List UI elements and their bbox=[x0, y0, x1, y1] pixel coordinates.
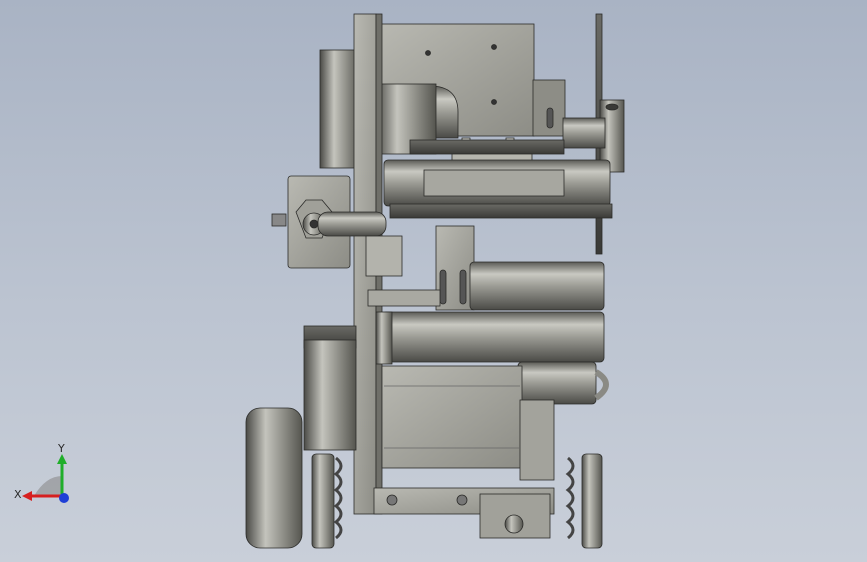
mid-bracket-slot bbox=[459, 269, 467, 305]
lower-cylinder-3 bbox=[517, 361, 597, 405]
pivot-hole bbox=[309, 219, 319, 229]
lower-cylinder-1 bbox=[469, 261, 605, 311]
link-bar bbox=[367, 289, 441, 307]
large-wheel bbox=[245, 407, 303, 549]
pivot-arm bbox=[317, 211, 387, 237]
cylinder-bar bbox=[389, 203, 613, 219]
bolt bbox=[425, 50, 431, 56]
y-axis-label: Y bbox=[57, 442, 65, 455]
dark-rail bbox=[409, 139, 565, 155]
lower-cylinder-2 bbox=[381, 311, 605, 363]
x-axis-label: X bbox=[14, 488, 22, 501]
base-bolt bbox=[386, 494, 398, 506]
bottom-motor-flange bbox=[519, 399, 555, 481]
upper-cylinder-window bbox=[423, 169, 565, 197]
bottom-hub bbox=[504, 514, 524, 534]
cad-viewport[interactable] bbox=[0, 0, 867, 562]
left-suspension-spring bbox=[333, 456, 343, 540]
right-boss-hole bbox=[605, 103, 619, 111]
lower-motor bbox=[303, 339, 357, 451]
z-axis-dot bbox=[59, 493, 69, 503]
right-suspension-spring bbox=[565, 456, 575, 540]
bottom-motor-box bbox=[381, 365, 523, 469]
triad-base-arc bbox=[34, 476, 62, 496]
left-track-wheel bbox=[311, 453, 335, 549]
x-arrow-head bbox=[22, 491, 32, 501]
link-plate bbox=[365, 235, 403, 277]
robot-assembly bbox=[245, 13, 625, 549]
right-track-wheel bbox=[581, 453, 603, 549]
lifting-eye bbox=[594, 369, 609, 401]
base-bolt bbox=[456, 494, 468, 506]
y-arrow-head bbox=[57, 454, 67, 464]
mid-bracket-slot bbox=[439, 269, 447, 305]
side-bracket-slot bbox=[546, 107, 554, 129]
bolt bbox=[491, 99, 497, 105]
axis-triad: Y X bbox=[14, 442, 69, 503]
side-screw bbox=[271, 213, 287, 227]
vertical-tube bbox=[375, 311, 393, 365]
bolt bbox=[491, 44, 497, 50]
right-shaft bbox=[562, 117, 606, 149]
